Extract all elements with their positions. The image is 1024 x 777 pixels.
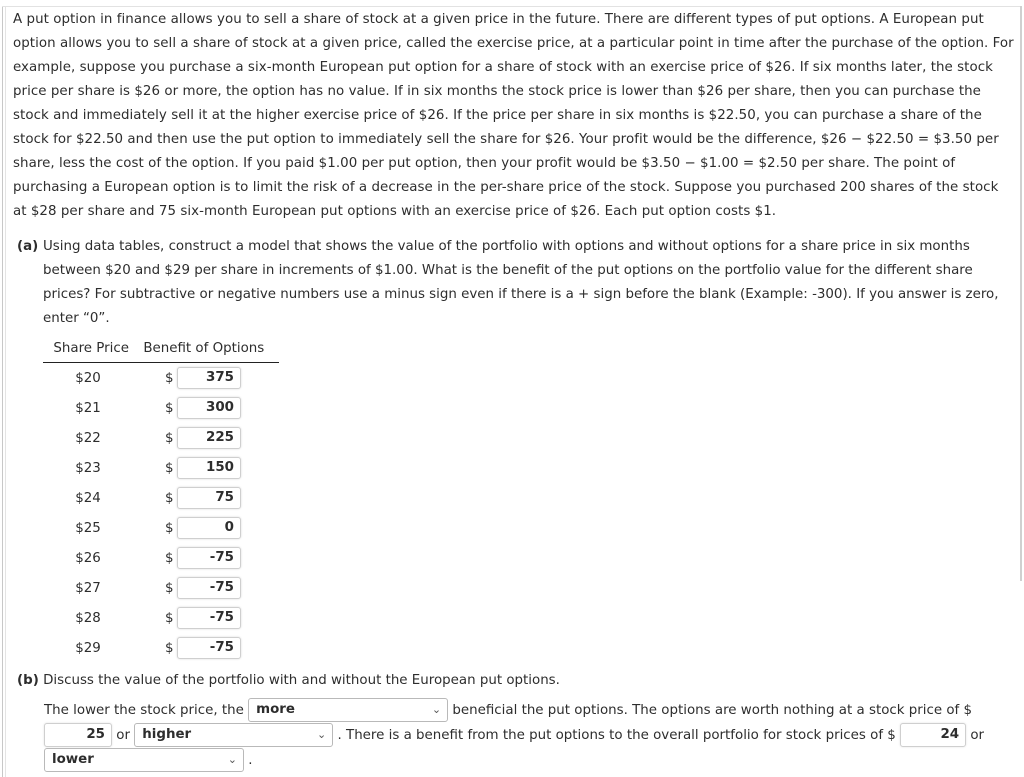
currency-symbol: $ <box>165 610 174 626</box>
benefit-degree-value: more <box>256 702 295 717</box>
table-row: $20 $ 375 <box>43 363 279 393</box>
benefit-table-body: $20 $ 375 $21 $ 300 $22 $ 225 $23 $ 150 … <box>43 363 279 663</box>
share-price-cell: $28 <box>75 610 101 626</box>
currency-symbol: $ <box>165 370 174 386</box>
share-price-cell: $22 <box>75 430 101 446</box>
page-frame-left-border-inner <box>5 6 6 777</box>
share-price-cell: $21 <box>75 400 101 416</box>
table-row: $25 $ 0 <box>43 513 279 543</box>
header-benefit-of-options: Benefit of Options <box>143 341 265 356</box>
currency-symbol: $ <box>165 460 174 476</box>
intro-paragraph: A put option in finance allows you to se… <box>13 12 1014 219</box>
line2-suffix: . There is a benefit from the put option… <box>337 728 896 743</box>
table-row: $29 $ -75 <box>43 633 279 663</box>
or-text-2: or <box>970 728 985 743</box>
currency-symbol: $ <box>165 520 174 536</box>
chevron-down-icon: ⌄ <box>227 753 237 766</box>
part-b-line-1: The lower the stock price, the more ⌄ be… <box>44 698 972 723</box>
currency-symbol: $ <box>165 400 174 416</box>
page-frame-right-border <box>1020 6 1022 581</box>
benefit-input[interactable]: 225 <box>177 427 241 449</box>
worthless-price-input[interactable]: 25 <box>44 723 112 747</box>
benefit-direction-select[interactable]: lower ⌄ <box>44 748 244 772</box>
part-a-question: (a) Using data tables, construct a model … <box>17 235 1007 331</box>
part-b-line-2: 25 or higher ⌄ . There is a benefit from… <box>44 723 984 748</box>
share-price-cell: $20 <box>75 370 101 386</box>
part-b-text: Discuss the value of the portfolio with … <box>43 673 560 688</box>
benefit-input[interactable]: -75 <box>177 577 241 599</box>
table-row: $26 $ -75 <box>43 543 279 573</box>
benefit-price-input[interactable]: 24 <box>900 723 967 747</box>
share-price-cell: $27 <box>75 580 101 596</box>
table-row: $24 $ 75 <box>43 483 279 513</box>
currency-symbol: $ <box>165 580 174 596</box>
benefit-input[interactable]: 150 <box>177 457 241 479</box>
line1-suffix: beneficial the put options. The options … <box>452 703 973 718</box>
header-share-price: Share Price <box>53 341 129 356</box>
benefit-cell: $ 0 <box>165 517 241 539</box>
currency-symbol: $ <box>165 640 174 656</box>
benefit-cell: $ 150 <box>165 457 241 479</box>
benefit-cell: $ -75 <box>165 637 241 659</box>
benefit-degree-select[interactable]: more ⌄ <box>248 698 449 722</box>
share-price-cell: $24 <box>75 490 101 506</box>
chevron-down-icon: ⌄ <box>317 728 327 741</box>
table-row: $28 $ -75 <box>43 603 279 633</box>
benefit-input[interactable]: -75 <box>177 637 241 659</box>
benefit-cell: $ -75 <box>165 547 241 569</box>
benefit-table-header: Share Price Benefit of Options <box>43 338 279 363</box>
table-row: $21 $ 300 <box>43 393 279 423</box>
chevron-down-icon: ⌄ <box>431 703 442 716</box>
part-b-line-3: lower ⌄ . <box>44 748 253 773</box>
worthless-direction-select[interactable]: higher ⌄ <box>134 723 334 747</box>
benefit-cell: $ -75 <box>165 607 241 629</box>
share-price-cell: $26 <box>75 550 101 566</box>
benefit-input[interactable]: 0 <box>177 517 241 539</box>
part-b-question: (b) Discuss the value of the portfolio w… <box>17 669 1017 693</box>
benefit-cell: $ -75 <box>165 577 241 599</box>
worthless-direction-value: higher <box>142 727 192 742</box>
share-price-cell: $23 <box>75 460 101 476</box>
part-a-text-block: (a) Using data tables, construct a model … <box>17 235 1007 331</box>
or-text: or <box>116 728 130 743</box>
part-b-label: (b) <box>17 673 39 688</box>
page-frame-top-border <box>2 6 1022 7</box>
currency-symbol: $ <box>165 490 174 506</box>
line1-prefix: The lower the stock price, the <box>44 703 244 718</box>
share-price-cell: $29 <box>75 640 101 656</box>
benefit-input[interactable]: -75 <box>177 547 241 569</box>
part-a-label: (a) <box>17 239 39 254</box>
table-row: $22 $ 225 <box>43 423 279 453</box>
table-row: $23 $ 150 <box>43 453 279 483</box>
benefit-cell: $ 225 <box>165 427 241 449</box>
currency-symbol: $ <box>165 550 174 566</box>
benefit-cell: $ 375 <box>165 367 241 389</box>
table-row: $27 $ -75 <box>43 573 279 603</box>
currency-symbol: $ <box>165 430 174 446</box>
share-price-cell: $25 <box>75 520 101 536</box>
benefit-input[interactable]: -75 <box>177 607 241 629</box>
benefit-input[interactable]: 300 <box>177 397 241 419</box>
benefit-input[interactable]: 375 <box>177 367 241 389</box>
benefit-input[interactable]: 75 <box>177 487 241 509</box>
benefit-cell: $ 75 <box>165 487 241 509</box>
benefit-direction-value: lower <box>52 752 94 767</box>
page-frame-left-border <box>2 6 3 777</box>
benefit-table: Share Price Benefit of Options $20 $ 375… <box>43 338 279 663</box>
benefit-cell: $ 300 <box>165 397 241 419</box>
part-a-text: Using data tables, construct a model tha… <box>43 239 999 326</box>
problem-intro: A put option in finance allows you to se… <box>13 8 1015 224</box>
period: . <box>248 753 253 768</box>
